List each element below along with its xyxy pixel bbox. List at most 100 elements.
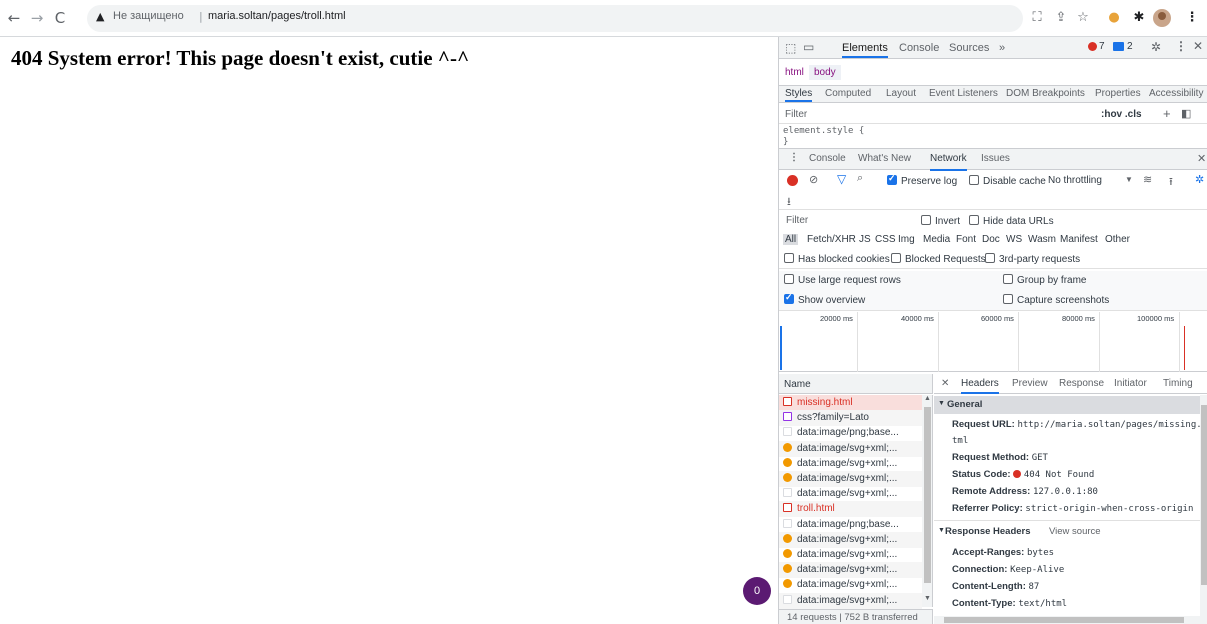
request-url-value[interactable]: http://maria.soltan/pages/missing.h [1017,420,1207,430]
breadcrumb-body[interactable]: body [809,65,841,80]
type-filter-manifest[interactable]: Manifest [1060,234,1098,245]
detail-tab-timing[interactable]: Timing [1163,378,1193,389]
request-row[interactable]: data:image/svg+xml;... [779,577,922,593]
scroll-down-arrow-icon[interactable]: ▼ [924,595,931,602]
floating-badge[interactable]: 0 [743,577,771,605]
detail-tab-headers[interactable]: Headers [961,378,999,394]
request-row[interactable]: data:image/svg+xml;... [779,592,922,609]
extension-cookie-icon[interactable]: ● [1105,9,1123,27]
capture-screenshots-check-icon[interactable] [1003,294,1013,304]
referrer-policy-value[interactable]: strict-origin-when-cross-origin [1025,504,1193,514]
throttling-chevron-icon[interactable]: ▼ [1125,175,1133,184]
request-method-value[interactable]: GET [1032,453,1048,463]
hide-data-urls-checkbox[interactable]: Hide data URLs [969,215,1054,227]
blocked-requests-checkbox[interactable]: Blocked Requests [891,253,986,265]
menu-kebab-icon[interactable]: ⋮ [1183,9,1201,27]
group-by-frame-check-icon[interactable] [1003,274,1013,284]
inspect-element-icon[interactable]: ⬚ [785,41,796,55]
hov-cls-toggle[interactable]: :hov .cls [1101,109,1142,120]
detail-tab-response[interactable]: Response [1059,378,1104,389]
device-toolbar-icon[interactable]: ▭ [803,40,814,54]
drawer-tab-issues[interactable]: Issues [981,153,1010,164]
accept-ranges-value[interactable]: bytes [1027,548,1054,558]
request-list-scrollbar[interactable]: ▲ ▼ [922,395,933,607]
tab-properties[interactable]: Properties [1095,88,1141,99]
error-icon[interactable] [1088,42,1097,51]
remote-address-value[interactable]: 127.0.0.1:80 [1033,487,1098,497]
detail-hscroll-thumb[interactable] [944,617,1184,623]
network-settings-gear-icon[interactable]: ✲ [1195,173,1204,186]
request-row[interactable]: css?family=Lato [779,410,922,427]
type-filter-fetch-xhr[interactable]: Fetch/XHR [807,234,856,245]
type-filter-ws[interactable]: WS [1006,234,1022,245]
export-har-icon[interactable]: ⭳ [787,193,791,212]
general-section-header[interactable]: ▼ General [934,396,1200,414]
capture-screenshots-checkbox[interactable]: Capture screenshots [1003,294,1109,306]
disable-cache-check-icon[interactable] [969,175,979,185]
detail-vertical-scrollbar[interactable] [1200,395,1207,616]
profile-avatar-icon[interactable] [1153,9,1171,27]
request-url-value-cont[interactable]: tml [952,436,968,446]
record-icon[interactable] [787,175,798,186]
invert-checkbox[interactable]: Invert [921,215,960,227]
view-source-link[interactable]: View source [1049,526,1101,537]
tab-event-listeners[interactable]: Event Listeners [929,88,998,99]
styles-filter-input[interactable]: Filter [785,109,807,120]
group-by-frame-checkbox[interactable]: Group by frame [1003,274,1086,286]
drawer-tab-console[interactable]: Console [809,153,846,164]
request-row[interactable]: data:image/svg+xml;... [779,456,922,472]
general-expand-icon[interactable]: ▼ [938,400,945,407]
tab-accessibility[interactable]: Accessibility [1149,88,1207,99]
close-drawer-icon[interactable]: ✕ [1197,152,1206,165]
share-icon[interactable]: ⇪ [1052,9,1070,27]
more-tabs-chevron[interactable]: » [999,37,1005,58]
extensions-puzzle-icon[interactable]: ✱ [1130,9,1148,27]
throttling-select[interactable]: No throttling [1048,175,1102,186]
devtools-menu-icon[interactable]: ⋮ [1175,39,1187,53]
scroll-thumb[interactable] [924,407,931,583]
request-row[interactable]: data:image/svg+xml;... [779,547,922,563]
settings-gear-icon[interactable]: ✲ [1151,40,1161,54]
type-filter-font[interactable]: Font [956,234,976,245]
bookmark-star-icon[interactable]: ☆ [1074,9,1092,27]
detail-tab-initiator[interactable]: Initiator [1114,378,1147,389]
name-column-header[interactable]: Name [779,374,933,394]
type-filter-other[interactable]: Other [1105,234,1130,245]
invert-check-icon[interactable] [921,215,931,225]
error-count[interactable]: 7 [1099,41,1105,52]
type-filter-doc[interactable]: Doc [982,234,1000,245]
tab-sources[interactable]: Sources [949,37,989,58]
disable-cache-checkbox[interactable]: Disable cache [969,175,1046,187]
close-devtools-icon[interactable]: ✕ [1193,39,1203,53]
third-party-checkbox[interactable]: 3rd-party requests [985,253,1080,265]
tab-console[interactable]: Console [899,37,939,58]
message-icon[interactable] [1113,42,1124,51]
has-blocked-cookies-check-icon[interactable] [784,253,794,263]
drawer-tab-whats-new[interactable]: What's New [858,153,911,164]
network-filter-input[interactable]: Filter [786,215,808,226]
request-row[interactable]: missing.html [779,395,922,411]
type-filter-img[interactable]: Img [898,234,915,245]
translate-icon[interactable]: ⛶ [1028,9,1046,27]
request-row[interactable]: data:image/png;base... [779,425,922,441]
type-filter-wasm[interactable]: Wasm [1028,234,1056,245]
drawer-menu-icon[interactable]: ⋮ [789,152,799,163]
type-filter-css[interactable]: CSS [875,234,896,245]
back-arrow-icon[interactable]: ← [4,8,24,28]
show-overview-checkbox[interactable]: Show overview [784,292,865,306]
breadcrumb-html[interactable]: html [785,67,804,78]
request-row[interactable]: data:image/svg+xml;... [779,440,922,457]
timeline-overview[interactable]: 20000 ms 40000 ms 60000 ms 80000 ms 1000… [779,312,1207,372]
blocked-requests-check-icon[interactable] [891,253,901,263]
import-har-icon[interactable]: ⭱ [1169,173,1173,192]
connection-value[interactable]: Keep-Alive [1010,565,1064,575]
scroll-up-arrow-icon[interactable]: ▲ [924,395,931,402]
network-conditions-icon[interactable]: ≋ [1143,173,1152,186]
reload-icon[interactable]: C [50,8,70,28]
large-rows-check-icon[interactable] [784,274,794,284]
tab-computed[interactable]: Computed [825,88,871,99]
clear-icon[interactable]: ⊘ [809,173,818,186]
request-row[interactable]: data:image/png;base... [779,517,922,533]
show-overview-check-icon[interactable] [784,292,794,304]
drawer-tab-network[interactable]: Network [930,153,967,171]
